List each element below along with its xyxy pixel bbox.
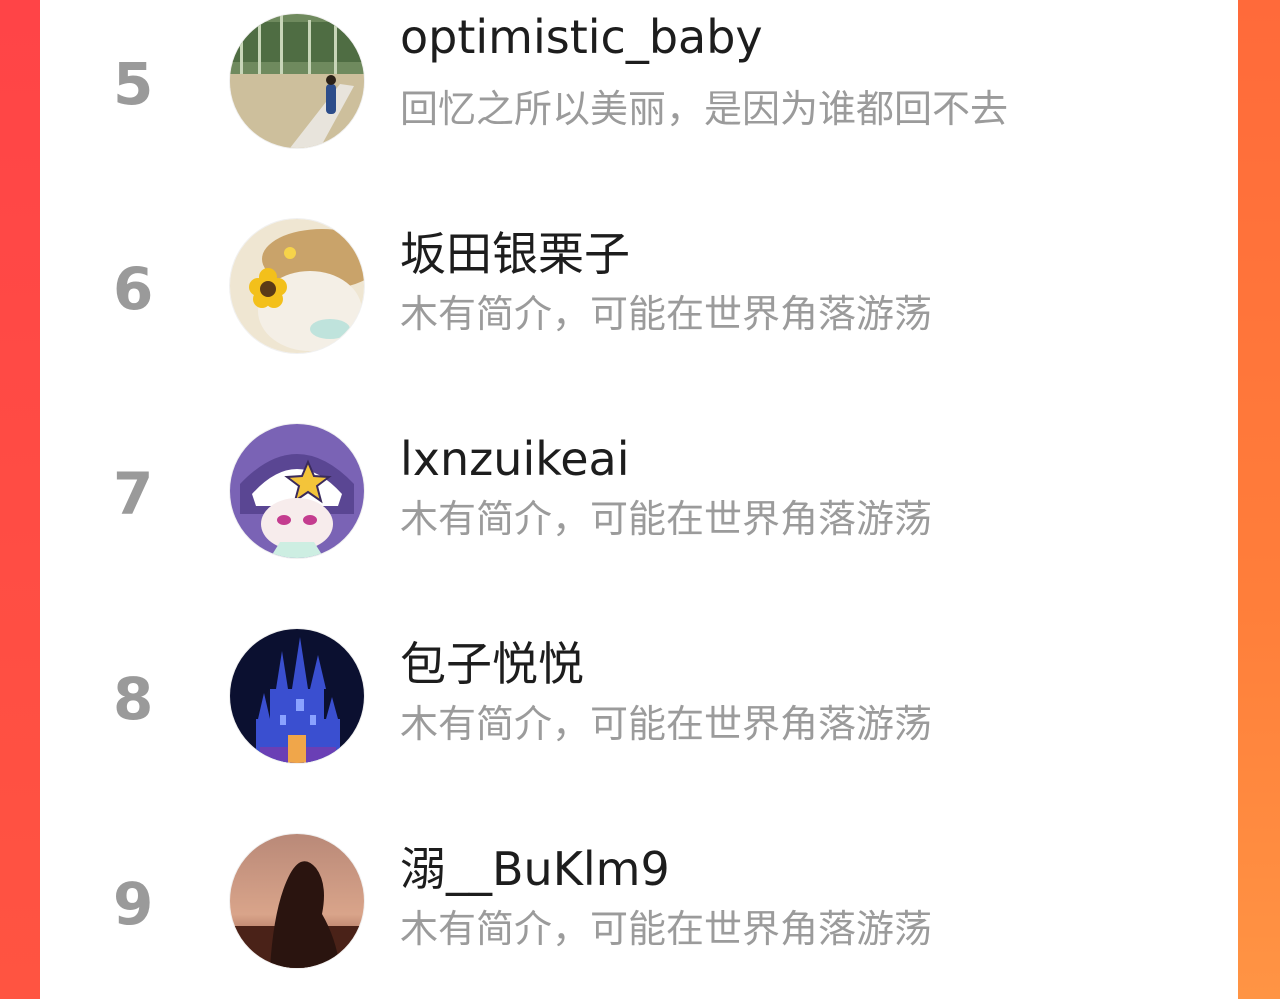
user-name[interactable]: 溺__BuKlm9 xyxy=(400,846,670,892)
ranking-list: 5 optimistic_baby 回忆之所以美丽，是因为谁都回不去 6 坂田银… xyxy=(40,0,1238,999)
user-name[interactable]: 包子悦悦 xyxy=(400,641,584,687)
user-bio: 木有简介，可能在世界角落游荡 xyxy=(400,292,933,336)
user-bio: 木有简介，可能在世界角落游荡 xyxy=(400,907,933,951)
rank-number: 8 xyxy=(113,665,154,733)
rank-number: 6 xyxy=(113,255,154,323)
right-background-edge xyxy=(1238,0,1280,999)
user-avatar[interactable] xyxy=(230,629,364,763)
rank-number: 9 xyxy=(113,870,154,938)
list-item[interactable]: 9 溺__BuKlm9 木有简介，可能在世界角落游荡 xyxy=(40,820,1238,980)
user-name[interactable]: lxnzuikeai xyxy=(400,436,630,482)
user-bio: 回忆之所以美丽，是因为谁都回不去 xyxy=(400,87,1009,131)
user-avatar[interactable] xyxy=(230,14,364,148)
rank-number: 7 xyxy=(113,460,154,528)
field-path-photo-icon xyxy=(230,14,364,148)
user-bio: 木有简介，可能在世界角落游荡 xyxy=(400,702,933,746)
user-avatar[interactable] xyxy=(230,219,364,353)
user-avatar[interactable] xyxy=(230,424,364,558)
user-name[interactable]: 坂田银栗子 xyxy=(400,231,630,277)
user-name[interactable]: optimistic_baby xyxy=(400,14,763,60)
list-item[interactable]: 5 optimistic_baby 回忆之所以美丽，是因为谁都回不去 xyxy=(40,0,1238,160)
night-castle-photo-icon xyxy=(230,629,364,763)
left-background-edge xyxy=(0,0,40,999)
user-bio: 木有简介，可能在世界角落游荡 xyxy=(400,497,933,541)
user-avatar[interactable] xyxy=(230,834,364,968)
list-item[interactable]: 6 坂田银栗子 木有简介，可能在世界角落游荡 xyxy=(40,205,1238,365)
sunset-silhouette-photo-icon xyxy=(230,834,364,968)
anime-star-hat-character-icon xyxy=(230,424,364,558)
rank-number: 5 xyxy=(113,50,154,118)
sunflower-plush-photo-icon xyxy=(230,219,364,353)
list-item[interactable]: 7 lxnzuikeai 木有简介，可能在世界角落游荡 xyxy=(40,410,1238,570)
list-item[interactable]: 8 包子悦悦 木有简介，可能在世界角落游荡 xyxy=(40,615,1238,775)
